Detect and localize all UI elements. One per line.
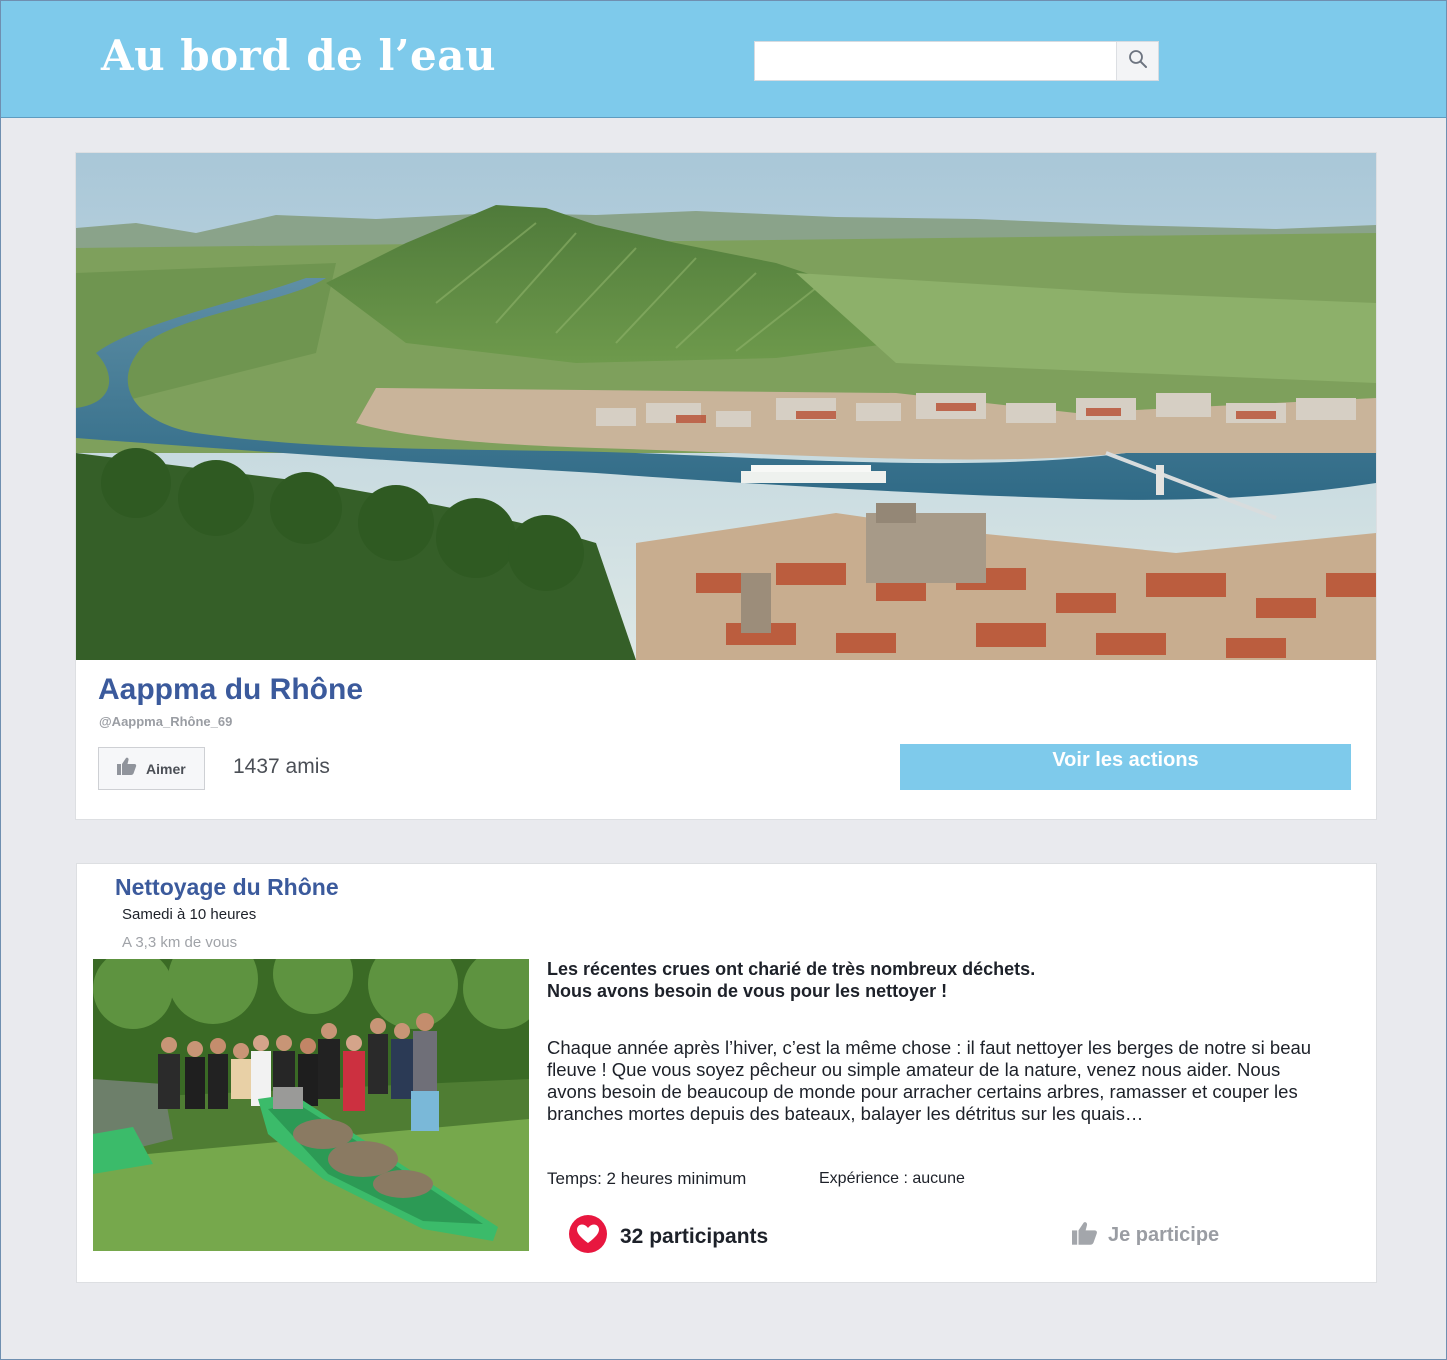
event-lead: Les récentes crues ont charié de très no… bbox=[547, 958, 1327, 1002]
join-button[interactable]: Je participe bbox=[1072, 1221, 1219, 1250]
join-label: Je participe bbox=[1108, 1224, 1220, 1246]
friends-count: 1437 amis bbox=[233, 755, 330, 778]
event-distance: A 3,3 km de vous bbox=[122, 934, 238, 951]
view-actions-button[interactable]: Voir les actions bbox=[900, 744, 1351, 790]
search-input[interactable] bbox=[755, 42, 1117, 80]
page-title[interactable]: Aappma du Rhône bbox=[98, 673, 363, 707]
top-bar: Au bord de l’eau bbox=[1, 1, 1446, 118]
event-date: Samedi à 10 heures bbox=[122, 906, 257, 923]
event-lead-line-1: Les récentes crues ont charié de très no… bbox=[547, 959, 1036, 979]
page-header-card: Aappma du Rhône @Aappma_Rhône_69 Aimer 1… bbox=[75, 152, 1377, 820]
event-experience: Expérience : aucune bbox=[819, 1170, 965, 1187]
event-duration: Temps: 2 heures minimum bbox=[547, 1169, 747, 1188]
cover-photo bbox=[76, 153, 1376, 660]
search-button[interactable] bbox=[1116, 42, 1158, 80]
search-icon bbox=[1128, 49, 1148, 74]
page-handle: @Aappma_Rhône_69 bbox=[99, 714, 233, 729]
event-lead-line-2: Nous avons besoin de vous pour les netto… bbox=[547, 981, 948, 1001]
site-logo[interactable]: Au bord de l’eau bbox=[101, 31, 496, 80]
like-button[interactable]: Aimer bbox=[98, 747, 205, 790]
participants-count[interactable]: 32 participants bbox=[569, 1215, 768, 1258]
event-description: Chaque année après l’hiver, c’est la mêm… bbox=[547, 1037, 1312, 1124]
like-label: Aimer bbox=[146, 760, 186, 777]
event-photo bbox=[93, 959, 529, 1251]
event-card: Nettoyage du Rhône Samedi à 10 heures A … bbox=[76, 863, 1377, 1283]
thumbs-up-icon bbox=[117, 757, 137, 780]
heart-icon bbox=[569, 1215, 607, 1258]
thumbs-up-icon bbox=[1072, 1221, 1098, 1250]
search-box bbox=[754, 41, 1159, 81]
participants-label: 32 participants bbox=[620, 1224, 769, 1248]
event-title[interactable]: Nettoyage du Rhône bbox=[115, 874, 339, 901]
